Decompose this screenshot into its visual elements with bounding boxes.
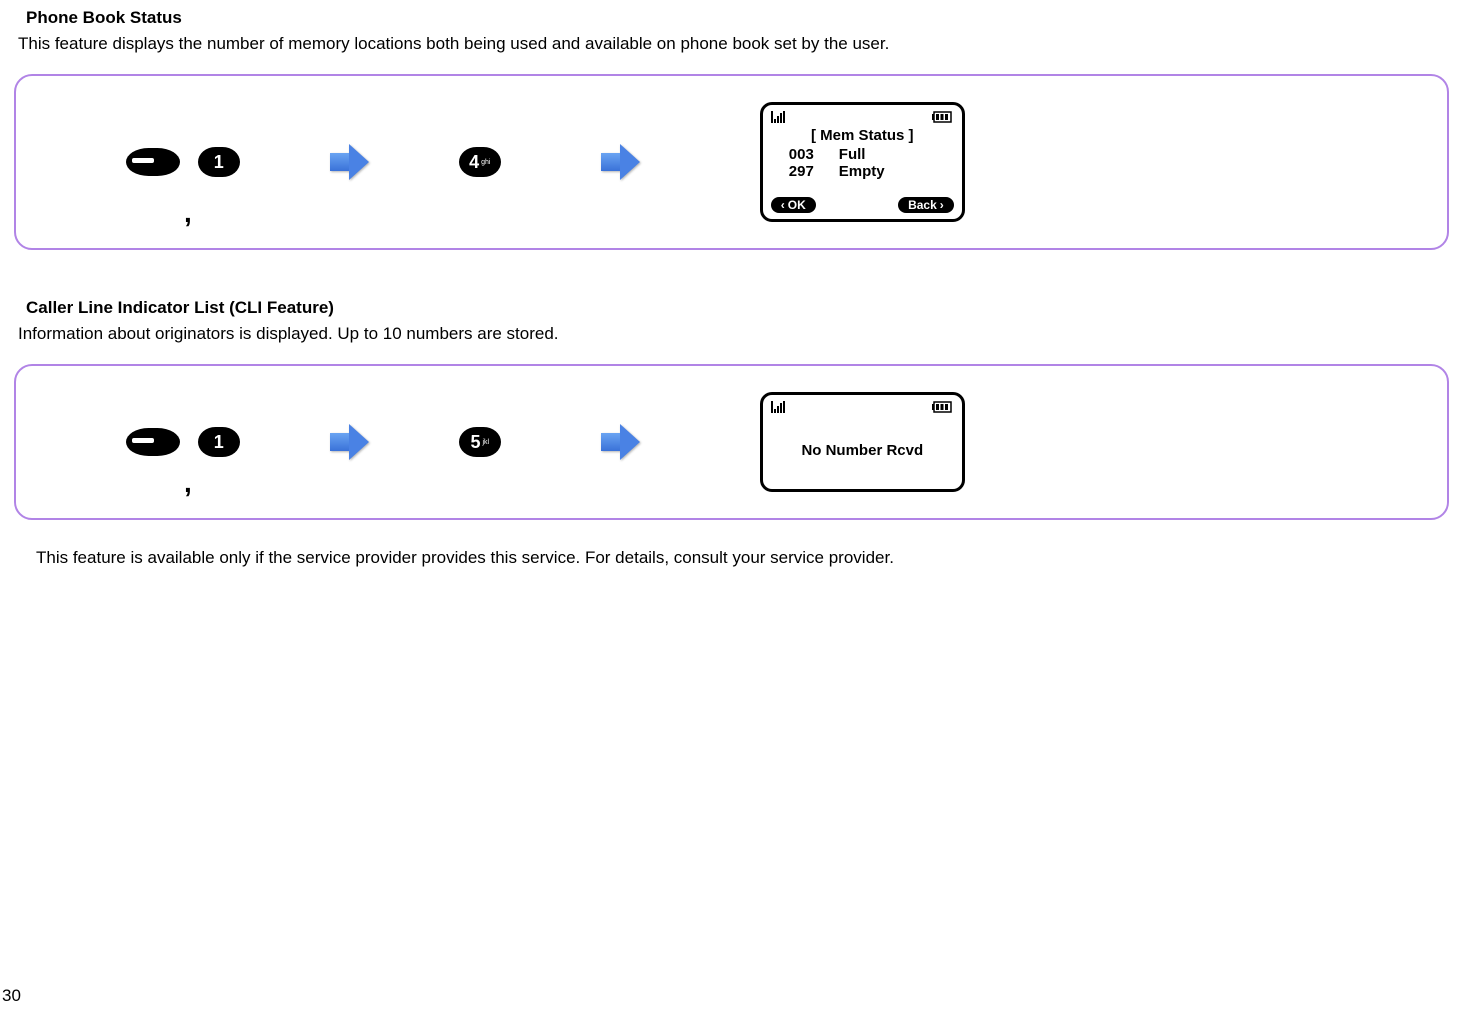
soft-key-icon — [126, 428, 180, 456]
lcd-ok-label: OK — [788, 198, 806, 212]
keypad-1-label: 1 — [214, 152, 224, 173]
section-desc-cli: Information about originators is display… — [18, 324, 1463, 344]
separator-comma: , — [184, 474, 192, 492]
battery-icon — [932, 111, 954, 126]
section-title-cli: Caller Line Indicator List (CLI Feature) — [26, 298, 1463, 318]
lcd-empty-label: Empty — [839, 163, 885, 180]
phone-lcd-screen: No Number Rcvd — [760, 392, 965, 492]
keypad-5-sublabel: jkl — [482, 439, 489, 446]
keypad-5-icon: 5 jkl — [459, 427, 501, 457]
arrow-right-icon — [601, 144, 640, 180]
keypad-1-icon: 1 — [198, 147, 240, 177]
section-title-phonebook: Phone Book Status — [26, 8, 1463, 28]
lcd-full-count: 003 — [789, 146, 825, 163]
keypad-4-icon: 4 ghi — [459, 147, 501, 177]
battery-icon — [932, 401, 954, 416]
lcd-back-softkey: Back › — [898, 197, 954, 213]
lcd-empty-count: 297 — [789, 163, 825, 180]
keypad-1-icon: 1 — [198, 427, 240, 457]
keypad-4-sublabel: ghi — [481, 159, 490, 166]
separator-comma: , — [184, 204, 192, 222]
keypad-5-label: 5 — [470, 432, 480, 453]
keypad-4-label: 4 — [469, 152, 479, 173]
lcd-full-label: Full — [839, 146, 866, 163]
page-number: 30 — [2, 986, 21, 1006]
footnote-text: This feature is available only if the se… — [36, 548, 1463, 568]
keypad-1-label: 1 — [214, 432, 224, 453]
signal-icon — [771, 400, 789, 417]
arrow-right-icon — [601, 424, 640, 460]
instruction-panel-phonebook: , 1 4 ghi [ Mem Status ] 003 Full — [14, 74, 1449, 250]
signal-icon — [771, 110, 789, 127]
lcd-row-empty: 297 Empty — [771, 163, 954, 180]
instruction-panel-cli: , 1 5 jkl No Number Rcvd — [14, 364, 1449, 520]
lcd-message: No Number Rcvd — [771, 415, 954, 485]
lcd-title: [ Mem Status ] — [771, 127, 954, 144]
chevron-left-icon: ‹ — [781, 198, 785, 212]
phone-lcd-screen: [ Mem Status ] 003 Full 297 Empty ‹ OK B… — [760, 102, 965, 222]
arrow-right-icon — [330, 424, 369, 460]
lcd-row-full: 003 Full — [771, 146, 954, 163]
lcd-ok-softkey: ‹ OK — [771, 197, 816, 213]
chevron-right-icon: › — [940, 198, 944, 212]
section-desc-phonebook: This feature displays the number of memo… — [18, 34, 1463, 54]
soft-key-icon — [126, 148, 180, 176]
lcd-back-label: Back — [908, 198, 937, 212]
arrow-right-icon — [330, 144, 369, 180]
